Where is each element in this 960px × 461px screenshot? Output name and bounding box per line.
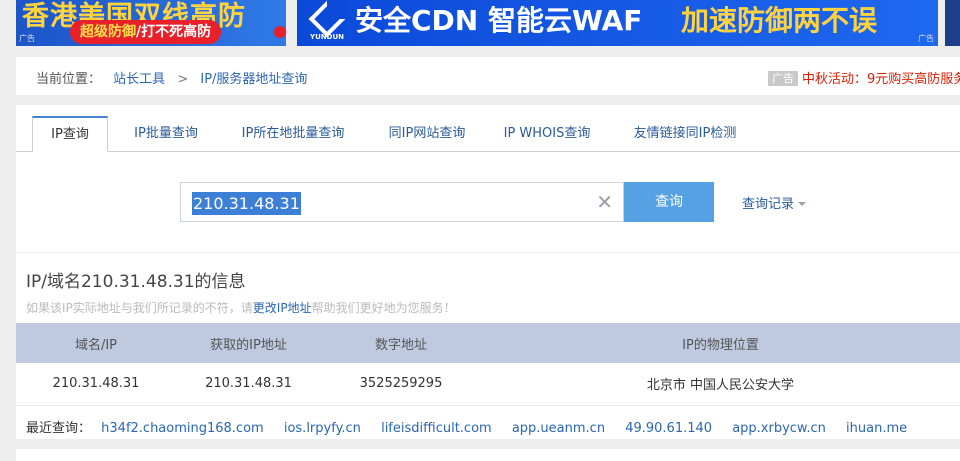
- tab-ip-batch-query[interactable]: IP批量查询: [120, 116, 212, 153]
- search-box: 210.31.48.31 ✕: [180, 182, 624, 222]
- yundun-logo: YUNDUN: [307, 0, 347, 41]
- ad-headline: 安全CDN 智能云WAF: [355, 4, 643, 37]
- recent-queries: 最近查询： h34f2.chaoming168.com ios.lrpyfy.c…: [26, 417, 923, 436]
- breadcrumb-prefix: 当前位置：: [36, 72, 102, 87]
- tab-ip-whois[interactable]: IP WHOIS查询: [492, 116, 602, 153]
- recent-query-link[interactable]: app.xrbycw.cn: [732, 421, 826, 436]
- breadcrumb-item-tools[interactable]: 站长工具: [113, 72, 165, 87]
- recent-query-link[interactable]: app.ueanm.cn: [512, 421, 605, 436]
- hk-flag-icon: [274, 26, 286, 38]
- ad-mark: 广告: [918, 34, 934, 43]
- ad-subline: 超级防御/打不死高防: [70, 20, 222, 44]
- tab-same-ip-sites[interactable]: 同IP网站查询: [372, 116, 482, 153]
- ad-banner-yundun[interactable]: YUNDUN 安全CDN 智能云WAF 加速防御两不误 广告: [297, 0, 938, 46]
- tab-friend-link-same-ip[interactable]: 友情链接同IP检测: [620, 116, 750, 153]
- tab-ip-query[interactable]: IP查询: [32, 116, 108, 152]
- cell-resolved-ip: 210.31.48.31: [176, 363, 321, 406]
- correction-notice: 如果该IP实际地址与我们所记录的不符，请更改IP地址帮助我们更好地为您服务！: [26, 301, 456, 315]
- recent-query-link[interactable]: lifeisdifficult.com: [381, 421, 492, 436]
- tab-bar: IP查询 IP批量查询 IP所在地批量查询 同IP网站查询 IP WHOIS查询…: [16, 105, 960, 152]
- column-header-numeric-address: 数字地址: [321, 323, 481, 363]
- column-header-physical-location: IP的物理位置: [481, 323, 960, 363]
- ad-mark: 广告: [19, 34, 35, 43]
- cell-domain: 210.31.48.31: [16, 363, 176, 406]
- tab-ip-location-batch[interactable]: IP所在地批量查询: [226, 116, 360, 153]
- column-header-resolved-ip: 获取的IP地址: [176, 323, 321, 363]
- result-title: IP/域名210.31.48.31的信息: [26, 272, 246, 292]
- caret-down-icon: [798, 202, 807, 206]
- ip-query-panel: IP查询 IP批量查询 IP所在地批量查询 同IP网站查询 IP WHOIS查询…: [16, 105, 960, 439]
- query-history-dropdown[interactable]: 查询记录: [742, 193, 807, 212]
- recent-query-link[interactable]: ihuan.me: [846, 421, 907, 436]
- ad-highlight: 加速防御两不误: [681, 4, 878, 37]
- recent-query-link[interactable]: h34f2.chaoming168.com: [101, 421, 264, 436]
- breadcrumb: 当前位置： 站长工具 > IP/服务器地址查询: [36, 68, 307, 87]
- breadcrumb-separator: >: [177, 72, 189, 87]
- column-header-domain: 域名/IP: [16, 323, 176, 363]
- breadcrumb-bar: 当前位置： 站长工具 > IP/服务器地址查询 广告 中秋活动：9元购买高防服务: [16, 57, 960, 95]
- recent-queries-label: 最近查询：: [26, 421, 92, 436]
- query-button[interactable]: 查询: [624, 182, 714, 222]
- promo-link[interactable]: 广告 中秋活动：9元购买高防服务: [768, 68, 960, 87]
- change-ip-address-link[interactable]: 更改IP地址: [253, 301, 312, 315]
- next-panel: [16, 449, 960, 461]
- search-input[interactable]: [191, 191, 591, 215]
- ad-banner-edge[interactable]: [945, 0, 960, 46]
- cell-physical-location: 北京市 中国人民公安大学: [481, 363, 960, 406]
- query-history-label: 查询记录: [742, 197, 795, 212]
- table-row: 210.31.48.31 210.31.48.31 3525259295 北京市…: [16, 363, 960, 406]
- recent-query-link[interactable]: ios.lrpyfy.cn: [284, 421, 361, 436]
- ad-badge: 广告: [768, 71, 798, 86]
- cell-numeric-address: 3525259295: [321, 363, 481, 406]
- promo-text: 中秋活动：9元购买高防服务: [802, 72, 960, 87]
- yundun-logo-icon: [308, 0, 346, 38]
- result-table: 域名/IP 获取的IP地址 数字地址 IP的物理位置 210.31.48.31 …: [16, 323, 960, 406]
- divider: [16, 252, 960, 253]
- ad-banner-hk-us[interactable]: 香港美国双线高防 超级防御/打不死高防 广告: [16, 0, 286, 46]
- table-header-row: 域名/IP 获取的IP地址 数字地址 IP的物理位置: [16, 323, 960, 363]
- breadcrumb-item-ip-query[interactable]: IP/服务器地址查询: [200, 72, 307, 87]
- close-icon[interactable]: ✕: [596, 191, 613, 213]
- recent-query-link[interactable]: 49.90.61.140: [625, 421, 712, 436]
